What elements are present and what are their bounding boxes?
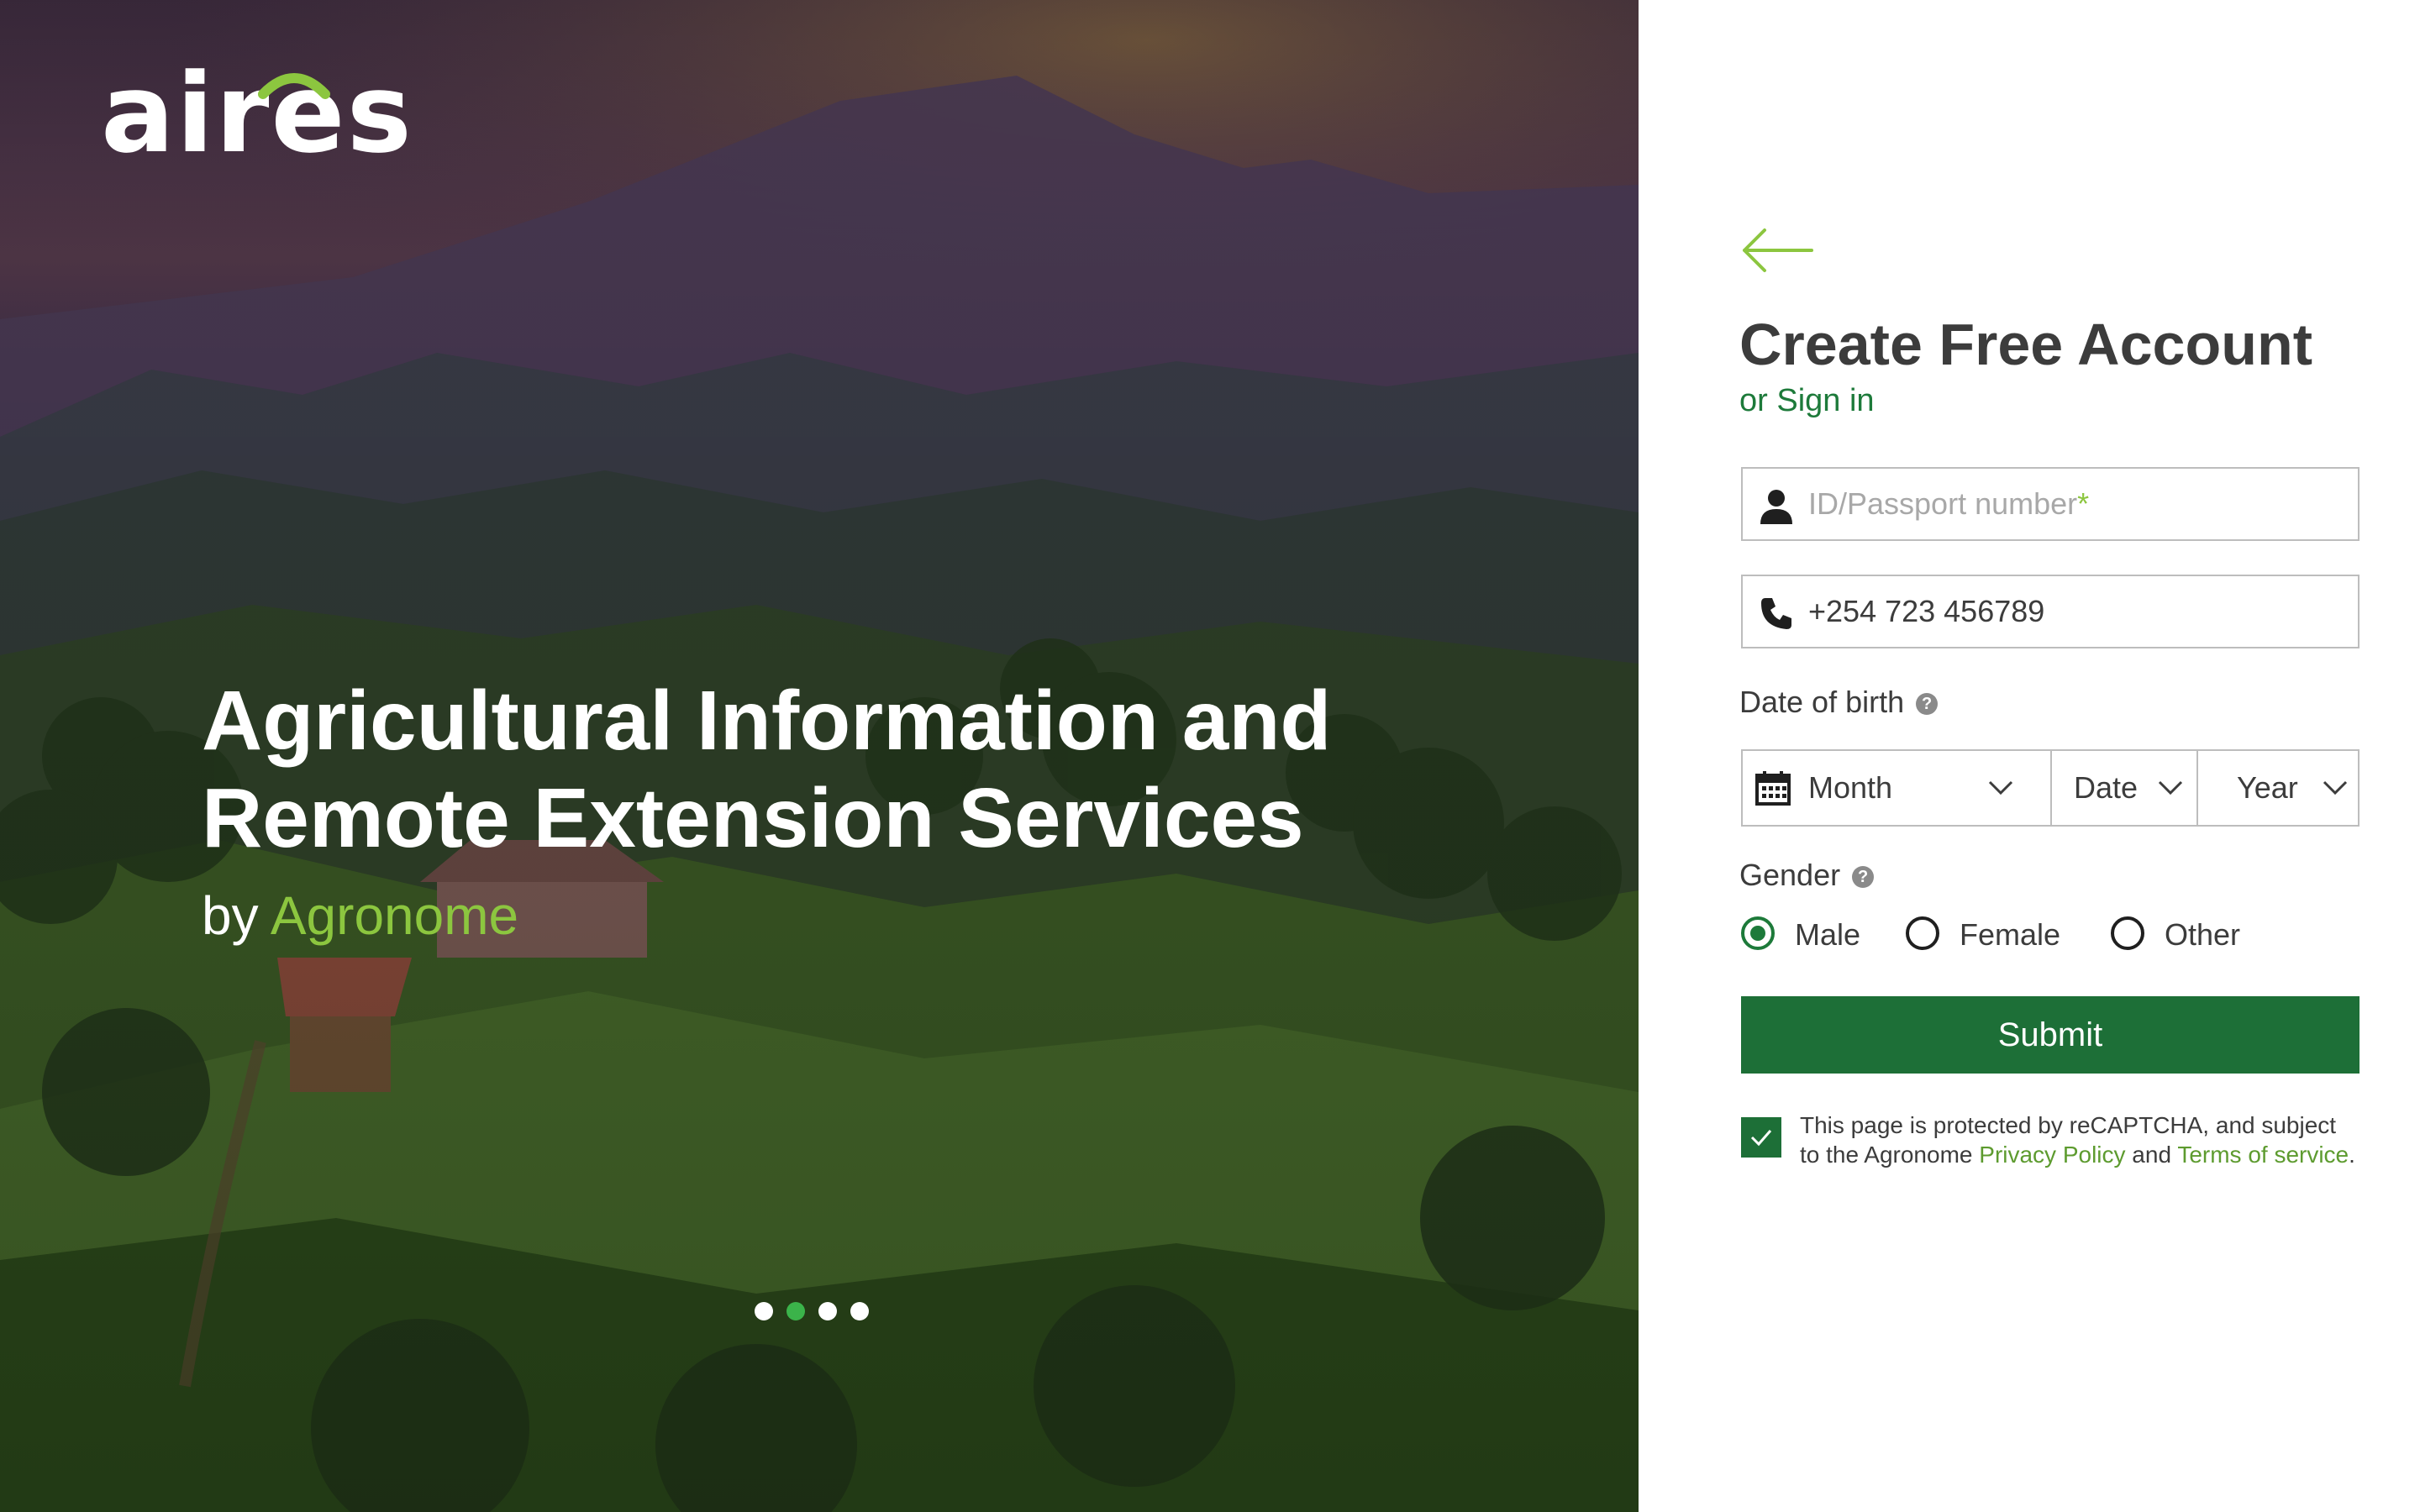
month-select[interactable]: Month [1743, 751, 2052, 825]
carousel-dot-3[interactable] [818, 1302, 837, 1320]
date-select[interactable]: Date [2052, 751, 2198, 825]
user-icon [1760, 490, 1792, 524]
gender-label-row: Gender? [1739, 857, 1875, 894]
gender-option-label: Female [1960, 917, 2061, 952]
dob-selector: Month Date Year [1741, 749, 2360, 827]
calendar-icon [1755, 771, 1791, 806]
captcha-notice: This page is protected by reCAPTCHA, and… [1800, 1110, 2371, 1169]
gender-radio-group: Male Female Other [1739, 914, 2361, 956]
hero-title: Agricultural Information and Remote Exte… [202, 672, 1378, 867]
id-passport-field[interactable]: ID/Passport number* [1741, 467, 2360, 541]
byline-brand: Agronome [270, 885, 519, 946]
back-arrow-icon[interactable] [1739, 225, 1815, 276]
carousel-dot-1[interactable] [755, 1302, 773, 1320]
gender-help-icon[interactable]: ? [1852, 866, 1875, 889]
aires-logo: aires [101, 59, 412, 168]
submit-button[interactable]: Submit [1741, 996, 2360, 1074]
gender-option-label: Male [1795, 917, 1861, 952]
gender-option-label: Other [2165, 917, 2241, 952]
radio-circle [1741, 916, 1775, 950]
dob-help-icon[interactable]: ? [1916, 693, 1939, 716]
phone-input[interactable] [1808, 576, 2346, 647]
logo-text: aires [101, 50, 413, 177]
carousel-dot-2[interactable] [786, 1302, 805, 1320]
terms-of-service-link[interactable]: Terms of service [2177, 1142, 2349, 1168]
logo-accent-arc [258, 73, 330, 99]
captcha-and: and [2125, 1142, 2178, 1168]
phone-icon [1761, 598, 1791, 629]
captcha-line-2: to the Agronome Privacy Policy and Terms… [1800, 1140, 2371, 1169]
captcha-prefix: to the Agronome [1800, 1142, 1980, 1168]
hero-title-line-2: Remote Extension Services [202, 771, 1304, 865]
captcha-period: . [2349, 1142, 2355, 1168]
page-title: Create Free Account [1739, 312, 2313, 377]
byline-prefix: by [202, 885, 259, 946]
year-select-value: Year [2237, 770, 2298, 805]
chevron-down-icon [2158, 780, 2183, 795]
carousel-dot-4[interactable] [850, 1302, 869, 1320]
sign-in-link[interactable]: or Sign in [1739, 380, 1875, 422]
year-select[interactable]: Year [2198, 751, 2358, 825]
dob-label: Date of birth [1739, 685, 1905, 719]
captcha-checkbox[interactable] [1741, 1117, 1781, 1158]
captcha-line-1: This page is protected by reCAPTCHA, and… [1800, 1112, 2337, 1138]
checkmark-icon [1750, 1130, 1772, 1147]
chevron-down-icon [1988, 780, 2013, 795]
gender-label: Gender [1739, 858, 1841, 892]
chevron-down-icon [2323, 780, 2348, 795]
month-select-value: Month [1808, 770, 1893, 805]
hero-byline: by Agronome [202, 882, 518, 949]
radio-circle [1906, 916, 1939, 950]
date-select-value: Date [2074, 770, 2139, 805]
privacy-policy-link[interactable]: Privacy Policy [1979, 1142, 2125, 1168]
dob-label-row: Date of birth? [1739, 684, 1939, 721]
id-passport-input[interactable] [1808, 469, 2346, 539]
hero-title-line-1: Agricultural Information and [202, 674, 1332, 768]
radio-circle [2111, 916, 2144, 950]
carousel-dots [755, 1302, 869, 1322]
phone-field[interactable] [1741, 575, 2360, 648]
